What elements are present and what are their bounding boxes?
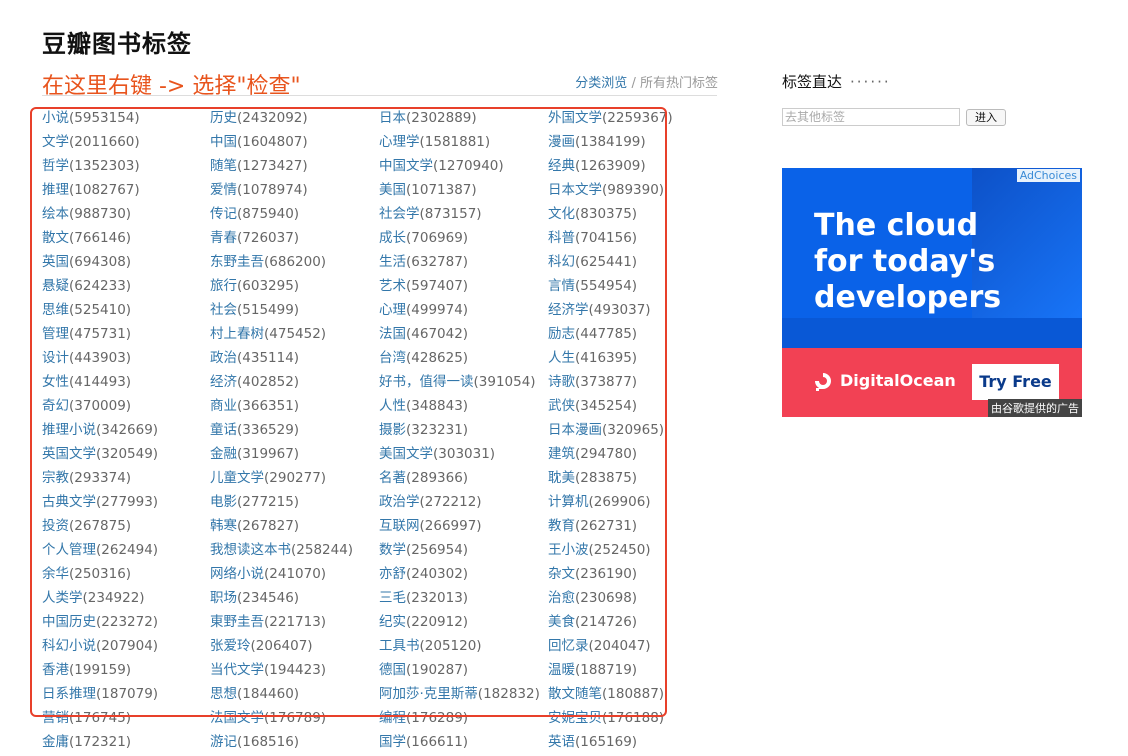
tag-cell: 国学(166611) (379, 730, 548, 754)
highlight-box (30, 107, 667, 717)
go-button[interactable]: 进入 (966, 109, 1006, 126)
category-browse-link[interactable]: 分类浏览 (575, 76, 627, 91)
ad-headline: The cloud for today's developers (814, 208, 1001, 316)
ad-brand-name: DigitalOcean (840, 371, 956, 390)
nav-separator: / (631, 76, 636, 91)
adchoices-link[interactable]: AdChoices (1016, 169, 1080, 182)
header-divider (42, 95, 717, 96)
tag-row: 金庸(172321) 游记(168516) 国学(166611) 英语(165169) (42, 730, 678, 754)
browse-nav: 分类浏览 / 所有热门标签 (575, 72, 718, 91)
tag-link[interactable]: 国学 (379, 734, 406, 750)
tag-link[interactable]: 游记 (210, 734, 237, 750)
tag-cell: 游记(168516) (210, 730, 379, 754)
ad-provider-note: 由谷歌提供的广告 (988, 399, 1082, 417)
tag-search-input[interactable] (782, 108, 960, 126)
page-title: 豆瓣图书标签 (42, 30, 192, 58)
tag-link[interactable]: 英语 (548, 734, 575, 750)
sidebar-title: 标签直达 ······ (782, 71, 891, 92)
sidebar-title-dots: ······ (850, 73, 891, 91)
tag-link[interactable]: 金庸 (42, 734, 69, 750)
digitalocean-logo-icon (815, 373, 831, 391)
hot-tags-label: 所有热门标签 (639, 76, 718, 91)
tag-cell: 英语(165169) (548, 730, 678, 754)
tag-count: (168516) (237, 734, 300, 750)
ad-decoration-strip (782, 318, 1082, 348)
ad-headline-line1: The cloud (814, 208, 979, 243)
tag-count: (165169) (575, 734, 638, 750)
sidebar-title-label: 标签直达 (782, 73, 843, 91)
ad-banner[interactable]: The cloud for today's developers AdChoic… (782, 168, 1082, 417)
ad-headline-line2: for today's (814, 244, 996, 279)
tag-count: (166611) (406, 734, 469, 750)
tag-cell: 金庸(172321) (42, 730, 210, 754)
ad-hero: The cloud for today's developers AdChoic… (782, 168, 1082, 348)
ad-headline-line3: developers (814, 280, 1002, 315)
ad-footer: DigitalOcean Try Free 由谷歌提供的广告 (782, 348, 1082, 417)
tag-count: (172321) (69, 734, 132, 750)
try-free-button[interactable]: Try Free (972, 364, 1059, 400)
